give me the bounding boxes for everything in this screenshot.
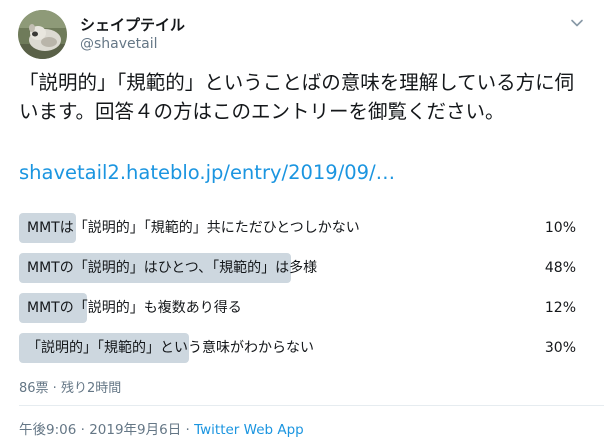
poll-meta: 86票 · 残り2時間 xyxy=(19,381,122,396)
poll-option-percent: 48% xyxy=(544,260,576,276)
tweet-footer: 午後9:06 · 2019年9月6日 · Twitter Web App xyxy=(19,418,304,438)
user-handle[interactable]: @shavetail xyxy=(80,36,158,52)
tweet-text: 「説明的」「規範的」ということばの意味を理解している方に伺います。回答４の方はこ… xyxy=(19,71,575,123)
avatar[interactable] xyxy=(18,10,67,59)
display-name[interactable]: シェイプテイル xyxy=(80,14,185,35)
tweet-link[interactable]: shavetail2.hateblo.jp/entry/2019/09/… xyxy=(19,161,395,184)
chevron-down-icon xyxy=(571,19,583,27)
poll-option: MMTは「説明的」「規範的」共にただひとつしかない 10% xyxy=(19,213,584,243)
poll-option-label: 「説明的」「規範的」という意味がわからない xyxy=(27,340,314,356)
poll-option-label: MMTは「説明的」「規範的」共にただひとつしかない xyxy=(27,220,360,236)
poll-option-percent: 10% xyxy=(544,220,576,236)
more-menu-button[interactable] xyxy=(568,14,586,32)
poll: MMTは「説明的」「規範的」共にただひとつしかない 10% MMTの「説明的」は… xyxy=(19,213,584,373)
poll-option: MMTの「説明的」はひとつ、「規範的」は多様 48% xyxy=(19,253,584,283)
poll-option-percent: 12% xyxy=(544,300,576,316)
dog-avatar-icon xyxy=(18,10,67,59)
poll-option-label: MMTの「説明的」はひとつ、「規範的」は多様 xyxy=(27,260,318,276)
poll-option-label: MMTの「説明的」も複数あり得る xyxy=(27,300,242,316)
tweet-timestamp[interactable]: 午後9:06 · 2019年9月6日 · xyxy=(19,422,194,438)
tweet-source-link[interactable]: Twitter Web App xyxy=(194,422,304,438)
poll-option-percent: 30% xyxy=(544,340,576,356)
divider xyxy=(19,405,604,406)
poll-option: 「説明的」「規範的」という意味がわからない 30% xyxy=(19,333,584,363)
poll-option: MMTの「説明的」も複数あり得る 12% xyxy=(19,293,584,323)
